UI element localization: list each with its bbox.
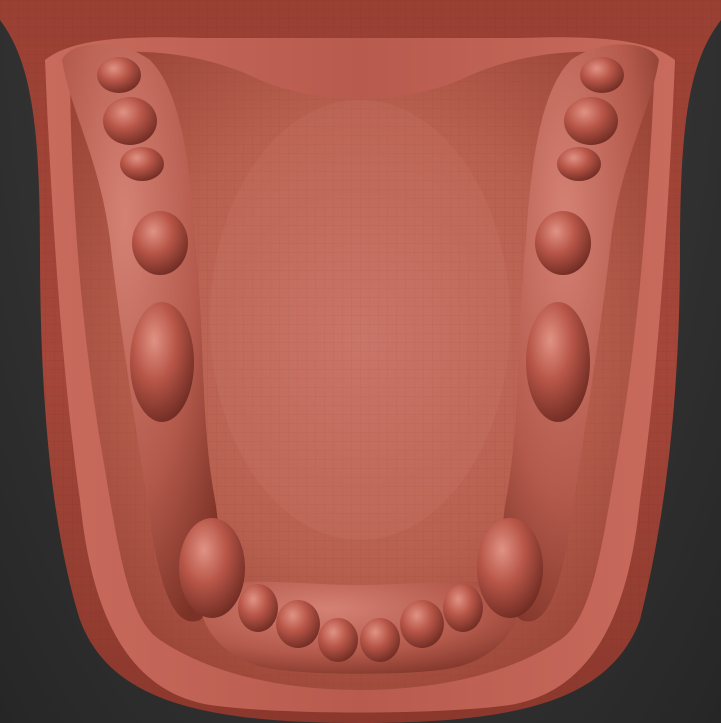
jaw-model-render <box>0 0 721 723</box>
tooth-left-molar-1 <box>97 57 141 93</box>
tooth-left-molar-3 <box>120 147 164 181</box>
viewport <box>0 0 721 723</box>
tooth-left-canine-2 <box>179 518 245 618</box>
tooth-right-canine-2 <box>477 518 543 618</box>
tooth-incisor-4 <box>360 618 400 662</box>
tooth-left-premolar <box>132 211 188 275</box>
tooth-incisor-1 <box>238 584 278 632</box>
tooth-right-molar-3 <box>557 147 601 181</box>
tooth-left-canine-1 <box>130 302 194 422</box>
tooth-left-molar-2 <box>103 97 157 145</box>
tooth-right-molar-1 <box>580 57 624 93</box>
tooth-incisor-3 <box>318 618 358 662</box>
tooth-right-canine-1 <box>526 302 590 422</box>
tooth-incisor-2 <box>276 600 320 648</box>
tooth-right-molar-2 <box>564 97 618 145</box>
tooth-incisor-6 <box>443 584 483 632</box>
tooth-right-premolar <box>535 211 591 275</box>
tooth-incisor-5 <box>400 600 444 648</box>
